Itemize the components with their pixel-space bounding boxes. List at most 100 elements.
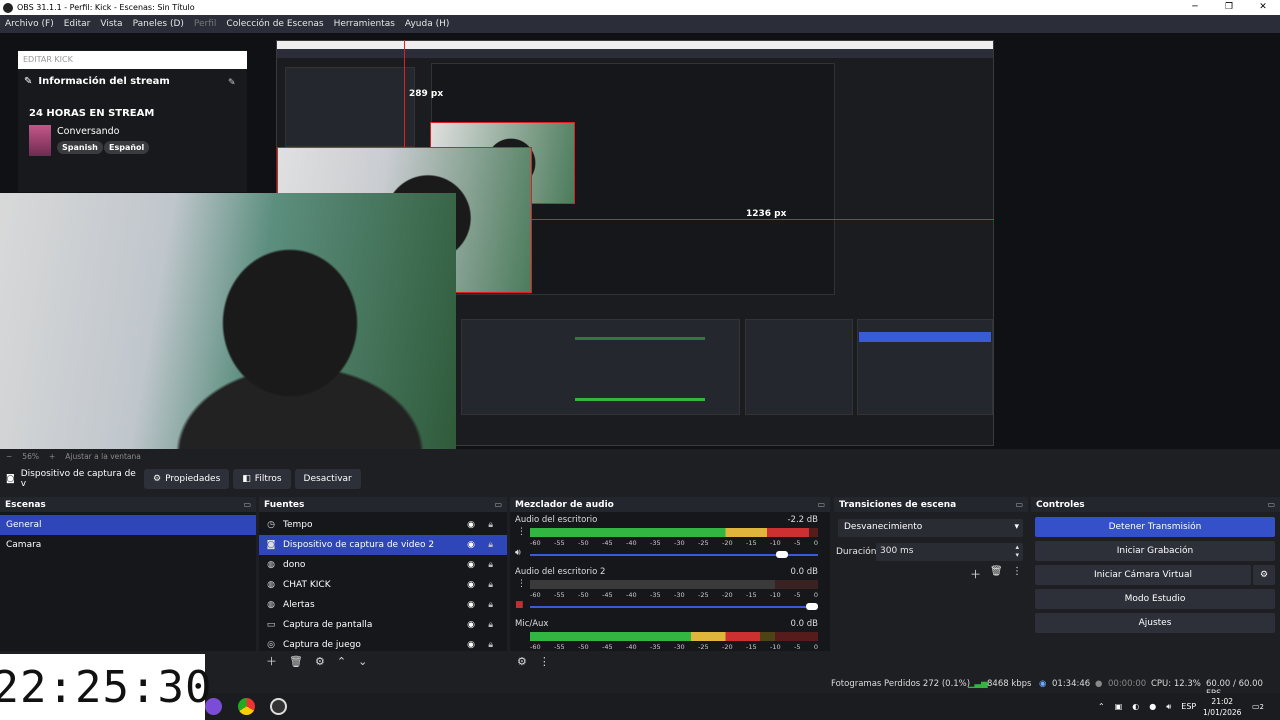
undock-icon[interactable]: ▭ <box>243 500 251 509</box>
speaker-icon[interactable]: 🔊︎ <box>515 548 521 558</box>
obs-taskbar-icon[interactable] <box>270 698 287 715</box>
menu-perfil[interactable]: Perfil <box>194 19 217 29</box>
undock-icon[interactable]: ▭ <box>817 500 825 509</box>
source-item[interactable]: ◍ CHAT KICK ◉ 🔒︎ <box>259 575 507 595</box>
camera-feed[interactable] <box>0 193 456 449</box>
menu-vista[interactable]: Vista <box>100 19 122 29</box>
undock-icon[interactable]: ▭ <box>1267 500 1275 509</box>
channel-menu-icon[interactable]: ⋮ <box>517 579 526 589</box>
visibility-icon[interactable]: ◉ <box>467 540 475 550</box>
menu-herramientas[interactable]: Herramientas <box>334 19 395 29</box>
remove-transition-icon[interactable]: 🗑︎ <box>990 566 1003 577</box>
virtual-cam-settings-icon[interactable]: ⚙ <box>1253 565 1275 585</box>
chrome-icon[interactable] <box>238 698 255 715</box>
minimize-button[interactable]: ─ <box>1178 0 1212 15</box>
tick-label: -60 <box>530 591 541 599</box>
move-up-icon[interactable]: ⌃ <box>337 655 346 668</box>
transition-select[interactable]: Desvanecimiento ▾ <box>838 519 1023 537</box>
tick-label: 0 <box>813 591 818 599</box>
window-title: OBS 31.1.1 - Perfil: Kick - Escenas: Sin… <box>17 3 195 12</box>
pencil-icon[interactable]: ✎ <box>228 78 236 88</box>
studio-mode-button[interactable]: Modo Estudio <box>1035 589 1275 609</box>
lock-icon[interactable]: 🔒︎ <box>488 640 493 650</box>
lock-icon[interactable]: 🔒︎ <box>488 580 493 590</box>
stop-stream-button[interactable]: Detener Transmisión <box>1035 517 1275 537</box>
lock-icon[interactable]: 🔒︎ <box>488 540 493 550</box>
preview-canvas[interactable]: EDITAR KICK ✎ Información del stream ✎ 2… <box>0 33 1280 449</box>
close-button[interactable]: ✕ <box>1246 0 1280 15</box>
channel-menu-icon[interactable]: ⋮ <box>517 527 526 537</box>
volume-slider[interactable] <box>530 603 818 610</box>
mixer-menu-icon[interactable]: ⋮ <box>539 655 550 668</box>
start-recording-button[interactable]: Iniciar Grabación <box>1035 541 1275 561</box>
dropped-frames: Fotogramas Perdidos 272 (0.1%) <box>831 679 971 689</box>
selected-source: ◙ Dispositivo de captura de v <box>6 469 140 489</box>
width-label: 1236 px <box>746 209 787 219</box>
visibility-icon[interactable]: ◉ <box>467 640 475 650</box>
meter-ticks: -60 -55 -50 -45 -40 -35 -30 -25 -20 -15 -10 -5 0 <box>530 539 818 547</box>
source-item[interactable]: ◷ Tempo ◉ 🔒︎ <box>259 515 507 535</box>
deactivate-button[interactable]: Desactivar <box>294 469 361 489</box>
zoom-in-button[interactable]: + <box>49 452 55 461</box>
globe-icon: ◍ <box>267 600 275 610</box>
transition-menu-icon[interactable]: ⋮ <box>1012 566 1022 577</box>
scene-item-camara[interactable]: Camara <box>0 535 256 555</box>
visibility-icon[interactable]: ◉ <box>467 600 475 610</box>
lock-icon[interactable]: 🔒︎ <box>488 520 493 530</box>
visibility-icon[interactable]: ◉ <box>467 560 475 570</box>
source-item[interactable]: ◍ Alertas ◉ 🔒︎ <box>259 595 507 615</box>
maximize-button[interactable]: ❐ <box>1212 0 1246 15</box>
undock-icon[interactable]: ▭ <box>1015 500 1023 509</box>
lock-icon[interactable]: 🔒︎ <box>488 620 493 630</box>
properties-button[interactable]: ⚙ Propiedades <box>144 469 230 489</box>
menu-ayuda[interactable]: Ayuda (H) <box>405 19 449 29</box>
start-virtual-cam-button[interactable]: Iniciar Cámara Virtual <box>1035 565 1251 585</box>
duration-input[interactable]: 300 ms ▴ ▾ <box>876 543 1023 561</box>
tray-app-icon[interactable]: ▣ <box>1115 702 1123 711</box>
visibility-icon[interactable]: ◉ <box>467 620 475 630</box>
record-icon: ● <box>1095 679 1103 689</box>
move-down-icon[interactable]: ⌄ <box>358 655 367 668</box>
add-transition-icon[interactable]: ＋ <box>970 566 981 582</box>
menu-coleccion-escenas[interactable]: Colección de Escenas <box>226 19 323 29</box>
tray-app-icon[interactable]: ● <box>1149 702 1156 711</box>
add-source-icon[interactable]: ＋ <box>266 653 277 669</box>
filters-button[interactable]: ◧ Filtros <box>233 469 291 489</box>
mixer-settings-icon[interactable]: ⚙ <box>517 655 527 668</box>
menu-editar[interactable]: Editar <box>64 19 91 29</box>
wrench-icon: ✎ <box>24 76 33 87</box>
tick-label: -50 <box>578 591 589 599</box>
notification-icon[interactable]: ▭ 2 <box>1252 693 1264 720</box>
menu-paneles[interactable]: Paneles (D) <box>133 19 184 29</box>
volume-slider[interactable] <box>530 551 818 558</box>
volume-icon[interactable]: 🔊︎ <box>1166 702 1171 712</box>
tray-app-icon[interactable]: ◐ <box>1132 702 1139 711</box>
tray-clock[interactable]: 21:02 1/01/2026 <box>1203 693 1241 720</box>
fit-window-button[interactable]: Ajustar a la ventana <box>65 452 141 461</box>
language-indicator[interactable]: ESP <box>1181 702 1196 711</box>
source-item[interactable]: ◍ dono ◉ 🔒︎ <box>259 555 507 575</box>
zoom-out-button[interactable]: − <box>6 452 12 461</box>
muted-speaker-icon[interactable]: ■ <box>515 600 524 610</box>
settings-button[interactable]: Ajustes <box>1035 613 1275 633</box>
lock-icon[interactable]: 🔒︎ <box>488 560 493 570</box>
visibility-icon[interactable]: ◉ <box>467 580 475 590</box>
stepper-icon[interactable]: ▴ ▾ <box>1015 543 1019 559</box>
meter-ticks: -60 -55 -50 -45 -40 -35 -30 -25 -20 -15 -10 -5 0 <box>530 643 818 651</box>
lock-icon[interactable]: 🔒︎ <box>488 600 493 610</box>
source-settings-icon[interactable]: ⚙ <box>315 655 325 668</box>
gamepad-icon: ◎ <box>267 640 275 650</box>
remove-source-icon[interactable]: 🗑︎ <box>289 655 303 668</box>
tick-label: -30 <box>674 591 685 599</box>
kick-edit-input[interactable]: EDITAR KICK <box>18 51 247 69</box>
source-item[interactable]: ▭ Captura de pantalla ◉ 🔒︎ <box>259 615 507 635</box>
source-item[interactable]: ◙ Dispositivo de captura de video 2 ◉ 🔒︎ <box>259 535 507 555</box>
scene-item-general[interactable]: General <box>0 515 256 535</box>
menu-archivo[interactable]: Archivo (F) <box>5 19 54 29</box>
source-item[interactable]: ◎ Captura de juego ◉ 🔒︎ <box>259 635 507 651</box>
visibility-icon[interactable]: ◉ <box>467 520 475 530</box>
height-label: 289 px <box>409 89 444 99</box>
tray-chevron-icon[interactable]: ⌃ <box>1098 702 1105 711</box>
undock-icon[interactable]: ▭ <box>494 500 502 509</box>
tick-label: -15 <box>746 591 757 599</box>
